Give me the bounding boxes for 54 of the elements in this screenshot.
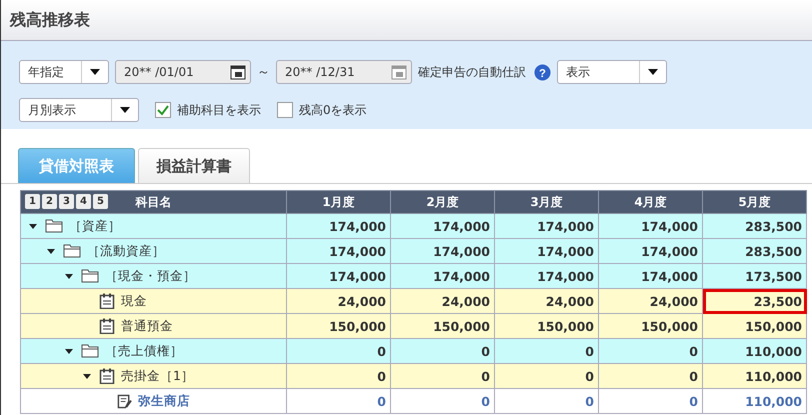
column-header: 2月度: [390, 190, 494, 214]
level-button[interactable]: 3: [59, 194, 74, 209]
sub-account-link[interactable]: 弥生商店: [138, 392, 190, 410]
column-header: 3月度: [494, 190, 598, 214]
amount-cell: 0: [598, 388, 702, 414]
range-separator: ～: [257, 64, 270, 81]
account-name: 普通預金: [121, 318, 173, 334]
amount-cell: 110,000: [702, 388, 806, 414]
account-name: 現金: [121, 292, 147, 310]
expand-icon[interactable]: [65, 348, 73, 354]
folder-icon: [45, 219, 63, 233]
level-button[interactable]: 4: [76, 194, 91, 209]
ledger-icon: [99, 293, 115, 309]
expand-icon[interactable]: [65, 274, 73, 278]
expand-icon[interactable]: [29, 224, 37, 228]
amount-cell: 23,500: [702, 288, 806, 314]
amount-cell: 0: [494, 388, 598, 414]
column-header: 科目名: [136, 194, 172, 208]
account-name: 売掛金［1］: [121, 368, 194, 384]
level-button[interactable]: 1: [25, 194, 40, 209]
window-title: 残高推移表: [10, 10, 90, 30]
auto-entry-select[interactable]: 表示: [557, 60, 667, 84]
level-button[interactable]: 2: [42, 194, 57, 209]
amount-cell: 173,500: [702, 264, 806, 288]
expand-icon[interactable]: [83, 374, 91, 378]
view-select[interactable]: 月別表示: [19, 98, 139, 122]
date-field[interactable]: 20** /12/31: [276, 60, 412, 84]
period-select[interactable]: 年指定: [19, 60, 109, 84]
note-icon: [117, 394, 132, 408]
folder-icon: [81, 269, 99, 283]
checkbox-label: 残高0を表示: [299, 102, 367, 118]
tab[interactable]: 損益計算書: [138, 148, 250, 183]
column-header: 5月度: [702, 190, 806, 214]
auto-entry-label: 確定申告の自動仕訳: [418, 64, 526, 80]
column-header: 1月度: [286, 190, 390, 214]
calendar-icon[interactable]: [230, 64, 246, 80]
folder-icon: [81, 344, 99, 358]
date-field[interactable]: 20** /01/01: [115, 60, 251, 84]
column-header: 4月度: [598, 190, 702, 214]
ledger-icon: [99, 318, 115, 334]
level-button[interactable]: 5: [93, 194, 108, 209]
amount-cell: 0: [286, 388, 390, 414]
ledger-icon: [99, 368, 115, 384]
checkbox[interactable]: [155, 102, 171, 118]
account-name: ［資産］: [69, 218, 121, 234]
checkbox[interactable]: [277, 102, 293, 118]
help-icon[interactable]: ?: [534, 64, 551, 80]
account-name: ［現金・預金］: [105, 268, 196, 284]
expand-icon[interactable]: [47, 248, 55, 254]
checkbox-label: 補助科目を表示: [177, 102, 261, 118]
amount-cell: 0: [390, 388, 494, 414]
account-name: ［売上債権］: [105, 342, 183, 360]
folder-icon: [63, 244, 81, 258]
account-name: ［流動資産］: [87, 242, 165, 260]
